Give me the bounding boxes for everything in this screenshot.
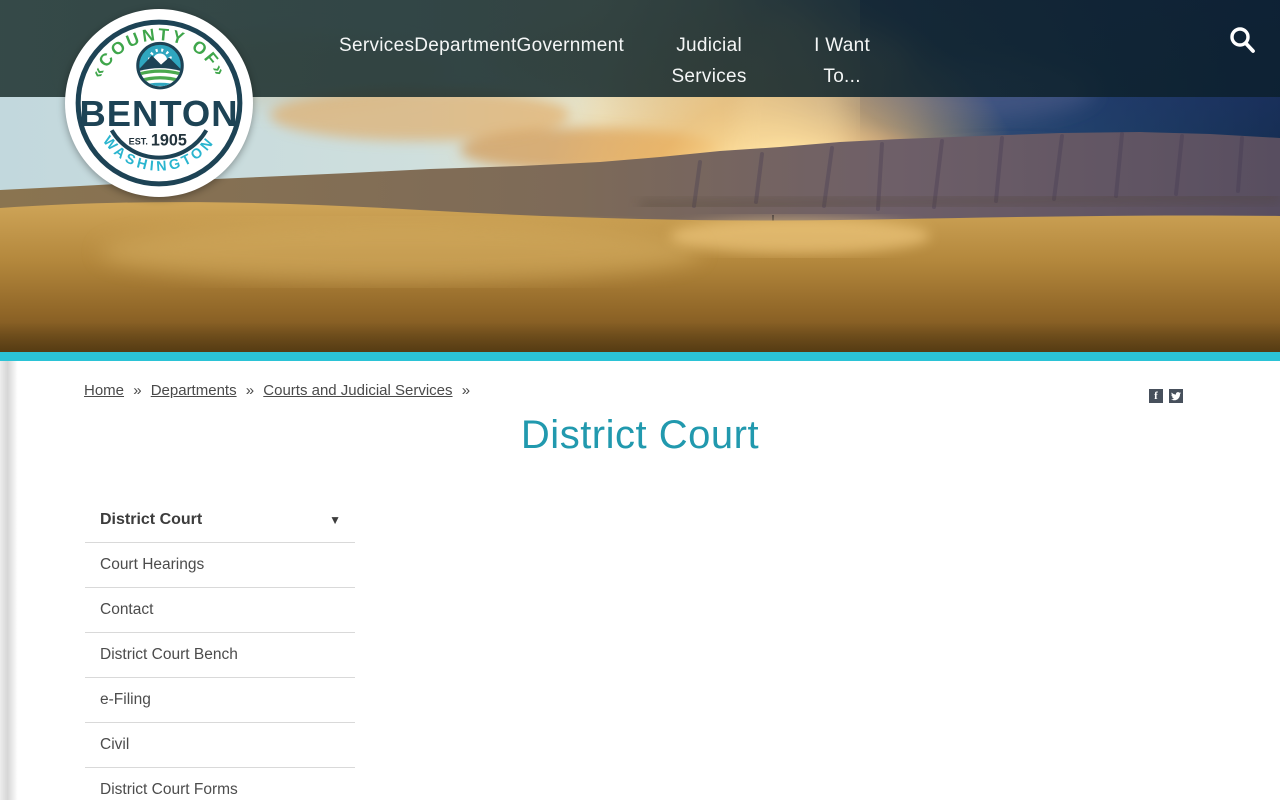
- breadcrumb-link-home[interactable]: Home: [84, 382, 124, 399]
- nav-item-i-want-to[interactable]: I Want To...: [806, 30, 878, 92]
- nav-links: Services Department Government Judicial …: [339, 30, 878, 92]
- nav-item-department[interactable]: Department: [414, 30, 516, 61]
- logo-est-year: 1905: [151, 131, 187, 149]
- sidebar-item-district-court[interactable]: District Court ▼: [85, 498, 355, 543]
- breadcrumb-separator: »: [133, 382, 142, 399]
- facebook-icon: f: [1154, 389, 1158, 402]
- twitter-share-button[interactable]: [1169, 389, 1183, 403]
- benton-county-seal: «COUNTY OF» WASHINGTON BENTON EST. 1905: [65, 9, 253, 197]
- chevron-down-icon: ▼: [329, 513, 341, 527]
- sidebar-item-district-court-forms[interactable]: District Court Forms: [85, 768, 355, 800]
- sidebar-header-label: District Court: [100, 511, 203, 528]
- sidebar-item-civil[interactable]: Civil: [85, 723, 355, 768]
- facebook-share-button[interactable]: f: [1149, 389, 1163, 403]
- nav-item-services[interactable]: Services: [339, 30, 414, 61]
- social-share-buttons: f: [1149, 389, 1183, 403]
- sidebar-item-court-hearings[interactable]: Court Hearings: [85, 543, 355, 588]
- county-logo[interactable]: «COUNTY OF» WASHINGTON BENTON EST. 1905: [64, 8, 254, 198]
- page: Services Department Government Judicial …: [0, 0, 1280, 800]
- breadcrumb-separator: »: [245, 382, 255, 399]
- nav-item-judicial-services[interactable]: Judicial Services: [665, 30, 753, 92]
- logo-county-name: BENTON: [80, 93, 239, 134]
- sidebar-item-e-filing[interactable]: e-Filing: [85, 678, 355, 723]
- sidebar-item-contact[interactable]: Contact: [85, 588, 355, 633]
- search-button[interactable]: [1224, 22, 1260, 58]
- sidebar-menu: District Court ▼ Court Hearings Contact …: [85, 498, 355, 800]
- logo-est-label: EST.: [129, 136, 148, 146]
- accent-stripe: [0, 352, 1280, 361]
- breadcrumb-separator: »: [461, 382, 471, 399]
- breadcrumb-link-departments[interactable]: Departments: [151, 382, 237, 399]
- twitter-icon: [1171, 391, 1181, 400]
- page-title: District Court: [520, 413, 760, 457]
- search-icon: [1230, 27, 1255, 53]
- breadcrumb: Home » Departments » Courts and Judicial…: [84, 382, 475, 399]
- sidebar-item-district-court-bench[interactable]: District Court Bench: [85, 633, 355, 678]
- main-content: Home » Departments » Courts and Judicial…: [0, 361, 1280, 800]
- breadcrumb-link-courts-judicial-services[interactable]: Courts and Judicial Services: [263, 382, 452, 399]
- nav-item-government[interactable]: Government: [517, 30, 625, 61]
